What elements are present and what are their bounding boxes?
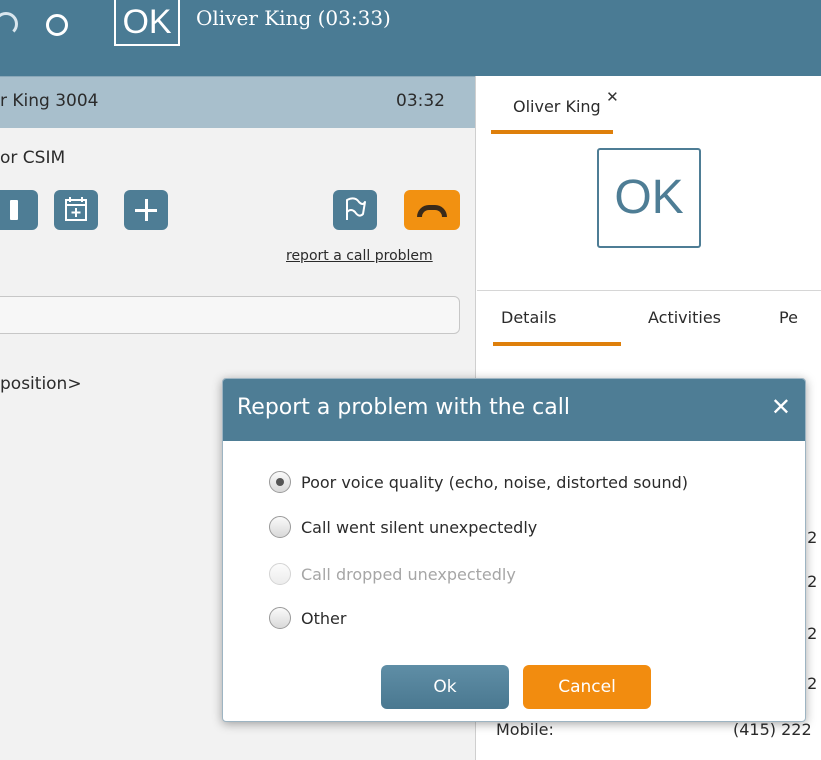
option-call-went-silent[interactable]: Call went silent unexpectedly: [269, 514, 537, 540]
call-timer: 03:32: [396, 91, 445, 111]
mobile-label: Mobile:: [496, 720, 554, 739]
ok-button[interactable]: Ok: [381, 665, 509, 709]
option-call-dropped: Call dropped unexpectedly: [269, 561, 516, 587]
campaign-name: or CSIM: [0, 148, 66, 168]
call-header: r King 3004 03:32: [0, 76, 475, 128]
pause-icon: [10, 200, 18, 220]
tab-details[interactable]: Details: [501, 308, 556, 327]
caller-avatar: OK: [114, 0, 180, 46]
caller-name: r King 3004: [0, 91, 99, 111]
radio-button[interactable]: [269, 516, 291, 538]
radio-button[interactable]: [269, 471, 291, 493]
radio-button[interactable]: [269, 607, 291, 629]
dialog-title: Report a problem with the call: [237, 395, 570, 420]
tab-contact-oliver-king[interactable]: Oliver King ✕: [491, 88, 619, 134]
hangup-button[interactable]: [404, 190, 460, 230]
contact-tab-label: Oliver King: [513, 97, 601, 116]
report-call-problem-link[interactable]: report a call problem: [286, 248, 433, 264]
call-toolbar: OK Oliver King (03:33): [0, 0, 821, 76]
tab-partial[interactable]: Pe: [779, 308, 798, 327]
active-call-title: Oliver King (03:33): [196, 6, 391, 30]
mobile-value: (415) 222: [733, 720, 812, 739]
contact-avatar: OK: [597, 148, 701, 248]
disposition-select[interactable]: position>: [0, 374, 82, 394]
hangup-icon: [417, 205, 447, 217]
option-label: Call went silent unexpectedly: [301, 517, 538, 537]
schedule-callback-button[interactable]: [54, 190, 98, 230]
record-icon[interactable]: [46, 14, 68, 36]
report-problem-dialog: Report a problem with the call ✕ Poor vo…: [222, 378, 806, 722]
option-label: Poor voice quality (echo, noise, distort…: [301, 472, 689, 492]
cancel-button[interactable]: Cancel: [523, 665, 651, 709]
divider: [477, 290, 821, 291]
add-participant-button[interactable]: [124, 190, 168, 230]
refresh-icon[interactable]: [0, 12, 18, 36]
option-label: Other: [301, 608, 347, 628]
close-icon[interactable]: ✕: [606, 88, 619, 106]
dialog-header: Report a problem with the call ✕: [223, 379, 805, 441]
flag-icon: [346, 197, 366, 220]
report-problem-flag-button[interactable]: [333, 190, 377, 230]
close-icon[interactable]: ✕: [771, 395, 791, 419]
option-label: Call dropped unexpectedly: [301, 564, 516, 584]
notes-input[interactable]: [0, 296, 460, 334]
calendar-add-icon: [65, 197, 87, 221]
hold-button[interactable]: [0, 190, 38, 230]
radio-button: [269, 563, 291, 585]
option-poor-voice-quality[interactable]: Poor voice quality (echo, noise, distort…: [269, 469, 688, 495]
active-tab-indicator: [493, 342, 621, 346]
option-other[interactable]: Other: [269, 605, 346, 631]
tab-activities[interactable]: Activities: [648, 308, 721, 327]
